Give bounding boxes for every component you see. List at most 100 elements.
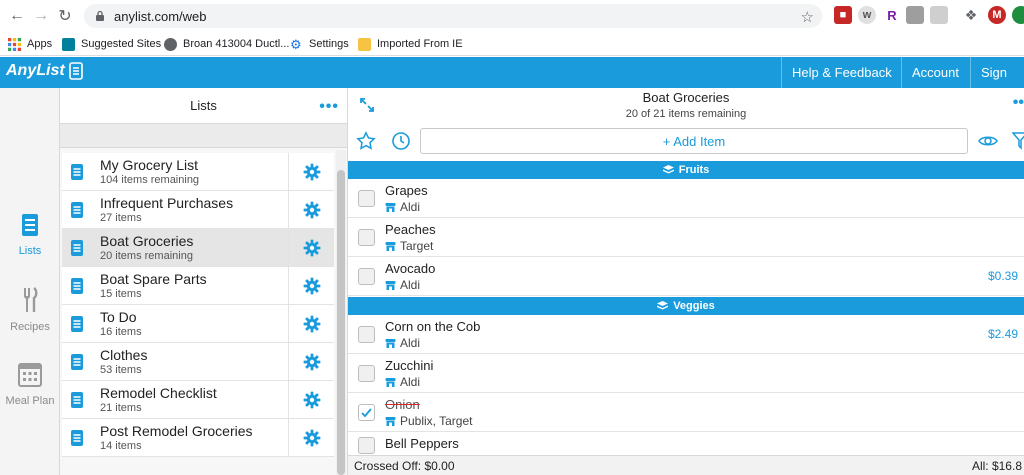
list-settings-button[interactable] — [288, 381, 334, 419]
item-checkbox[interactable] — [358, 229, 375, 246]
account-link[interactable]: Account — [901, 57, 969, 88]
list-item[interactable]: Onion Publix, Target — [348, 393, 1024, 432]
list-item[interactable]: Remodel Checklist 21 items — [62, 381, 334, 419]
rail-lists-label: Lists — [18, 245, 42, 257]
bookmark-settings[interactable]: ⚙ Settings — [290, 36, 349, 52]
filter-icon[interactable] — [1012, 132, 1024, 150]
item-checkbox[interactable] — [358, 268, 375, 285]
item-price: $2.49 — [987, 327, 1018, 341]
list-name: Boat Groceries — [100, 233, 194, 249]
item-checkbox[interactable] — [358, 365, 375, 382]
item-name: Zucchini — [385, 358, 434, 373]
reload-icon[interactable]: ↻ — [54, 5, 76, 27]
list-subtitle: 20 of 21 items remaining — [625, 108, 747, 120]
add-item-label: + Add Item — [662, 133, 726, 149]
list-item[interactable]: My Grocery List 104 items remaining — [62, 153, 334, 191]
sign-out-link[interactable]: Sign Out — [970, 57, 1024, 111]
list-item[interactable]: Infrequent Purchases 27 items — [62, 191, 334, 229]
calendar-icon — [18, 363, 42, 387]
lists-scrollbar[interactable] — [336, 150, 346, 475]
list-settings-button[interactable] — [288, 153, 334, 191]
r-extension-icon[interactable]: R — [883, 6, 901, 24]
forward-arrow-icon[interactable]: → — [30, 5, 52, 27]
list-count: 27 items — [100, 212, 142, 224]
bookmark-broan[interactable]: Broan 413004 Ductl... — [164, 36, 289, 52]
browser-toolbar: ← → ↻ anylist.com/web ☆ ■ w R ❖ M — [0, 0, 1024, 32]
puzzle-extension-icon[interactable]: ❖ — [962, 6, 980, 24]
category-label: Fruits — [678, 164, 710, 176]
clock-icon[interactable] — [391, 131, 411, 151]
item-checkbox[interactable] — [358, 190, 375, 207]
category-stack-icon — [662, 165, 674, 174]
list-item[interactable]: Grapes Aldi — [348, 179, 1024, 218]
list-settings-button[interactable] — [288, 267, 334, 305]
pdf-extension-icon[interactable]: ■ — [834, 6, 852, 24]
list-icon — [71, 316, 83, 332]
store-icon — [385, 377, 396, 387]
item-name: Avocado — [385, 261, 436, 276]
list-item[interactable]: Peaches Target — [348, 218, 1024, 257]
grid-extension-icon[interactable] — [930, 6, 948, 24]
list-more-button[interactable]: •• — [1013, 94, 1024, 112]
rail-item-meal-plan[interactable]: Meal Plan — [0, 360, 60, 407]
list-settings-button[interactable] — [288, 191, 334, 229]
gear-icon — [303, 239, 320, 257]
list-count: 21 items — [100, 402, 142, 414]
w-extension-icon[interactable]: w — [858, 6, 876, 24]
help-feedback-link[interactable]: Help & Feedback — [781, 57, 902, 88]
list-item[interactable]: Corn on the Cob Aldi $2.49 — [348, 315, 1024, 354]
list-icon — [71, 392, 83, 408]
globe-icon — [164, 37, 177, 51]
app-logo[interactable]: AnyList — [6, 62, 83, 80]
lists-more-button[interactable]: ••• — [319, 98, 339, 116]
profile-avatar[interactable]: M — [988, 6, 1006, 24]
profile-initial: M — [992, 9, 1002, 21]
list-item[interactable]: Post Remodel Groceries 14 items — [62, 419, 334, 457]
list-name: My Grocery List — [100, 157, 199, 173]
list-name: Infrequent Purchases — [100, 195, 234, 211]
list-settings-button[interactable] — [288, 229, 334, 267]
list-settings-button[interactable] — [288, 343, 334, 381]
list-name: Boat Spare Parts — [100, 271, 207, 287]
item-checkbox[interactable] — [358, 437, 375, 454]
bookmark-suggested-sites[interactable]: Suggested Sites — [62, 36, 161, 52]
bookmark-star-icon[interactable]: ☆ — [801, 8, 814, 26]
gear-icon — [303, 277, 320, 295]
item-checkbox[interactable] — [358, 404, 375, 421]
list-icon — [71, 240, 83, 256]
bookmark-imported-from-ie[interactable]: Imported From IE — [358, 36, 463, 52]
lists-title: Lists — [190, 98, 217, 113]
eye-icon[interactable] — [978, 133, 998, 149]
reader-extension-icon[interactable] — [906, 6, 924, 24]
list-item[interactable]: Avocado Aldi $0.39 — [348, 257, 1024, 296]
list-item[interactable]: Boat Groceries 20 items remaining — [62, 229, 334, 267]
green-extension-icon[interactable] — [1012, 6, 1024, 24]
back-arrow-icon[interactable]: ← — [6, 5, 28, 27]
store-icon — [385, 280, 396, 290]
list-item[interactable]: Zucchini Aldi — [348, 354, 1024, 393]
list-item[interactable]: Bell Peppers — [348, 432, 1024, 455]
item-name: Peaches — [385, 222, 436, 237]
lists-icon — [22, 214, 38, 236]
add-item-input[interactable]: + Add Item — [420, 128, 968, 154]
bookmark-apps[interactable]: Apps — [8, 36, 52, 52]
bookmark-label: Suggested Sites — [81, 38, 162, 50]
list-detail-pane: Boat Groceries 20 of 21 items remaining … — [348, 88, 1024, 475]
address-bar[interactable]: anylist.com/web ☆ — [84, 4, 822, 28]
r-extension-label: R — [887, 7, 897, 23]
category-header[interactable]: Veggies — [348, 297, 1024, 315]
list-settings-button[interactable] — [288, 305, 334, 343]
gear-icon — [303, 353, 320, 371]
lists-scrollbar-thumb[interactable] — [337, 170, 345, 475]
category-header[interactable]: Fruits — [348, 161, 1024, 179]
rail-item-lists[interactable]: Lists — [0, 212, 60, 257]
list-item[interactable]: To Do 16 items — [62, 305, 334, 343]
list-item[interactable]: Boat Spare Parts 15 items — [62, 267, 334, 305]
list-settings-button[interactable] — [288, 419, 334, 457]
star-icon[interactable] — [356, 131, 376, 151]
rail-item-recipes[interactable]: Recipes — [0, 286, 60, 333]
item-name: Corn on the Cob — [385, 319, 481, 334]
item-checkbox[interactable] — [358, 326, 375, 343]
fork-knife-icon — [24, 287, 38, 312]
list-item[interactable]: Clothes 53 items — [62, 343, 334, 381]
